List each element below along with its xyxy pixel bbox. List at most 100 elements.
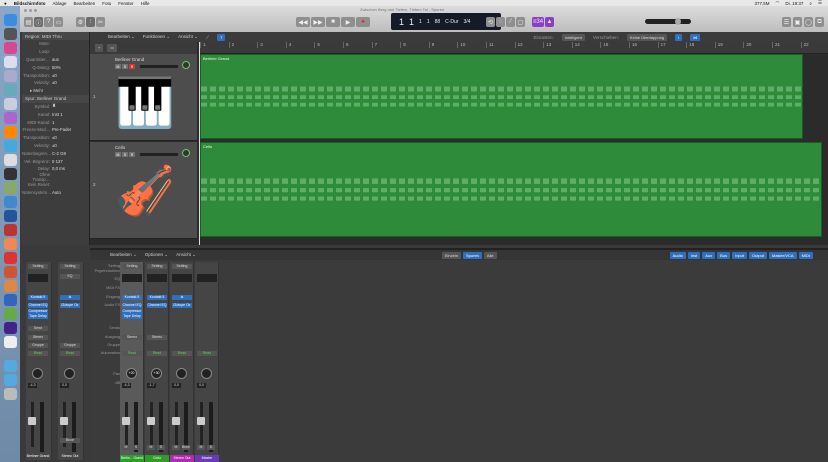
folder-icon[interactable]: [3, 360, 17, 372]
inspector-row[interactable]: Mute:: [22, 40, 89, 48]
row-value[interactable]: ±0: [52, 73, 57, 78]
app-icon[interactable]: [3, 224, 17, 236]
automation-mode[interactable]: Read: [60, 351, 80, 356]
volume-slider[interactable]: [140, 153, 178, 156]
inspector-row[interactable]: Freeze-Mod… Pre-Fader: [22, 126, 89, 134]
app-icon[interactable]: [3, 168, 17, 180]
app-icon[interactable]: [3, 182, 17, 194]
fader-cap[interactable]: [60, 417, 68, 425]
menu-fenster[interactable]: Fenster: [118, 1, 133, 6]
group-slot[interactable]: Gruppe: [28, 343, 48, 348]
menu-hilfe[interactable]: Hilfe: [141, 1, 150, 6]
toolbar-button[interactable]: ▭: [54, 17, 63, 27]
inspector-row[interactable]: Notenbegren… C-2 G8: [22, 149, 89, 157]
mute-button[interactable]: M: [147, 445, 155, 450]
input-slot[interactable]: Kontakt 5: [147, 295, 167, 300]
duplicate-track-button[interactable]: ▭: [107, 44, 118, 52]
audio-fx-slot[interactable]: Channel EQ: [28, 303, 48, 308]
audio-fx-slot[interactable]: iZotope Oz: [60, 303, 80, 308]
play-button[interactable]: ▶: [341, 17, 355, 27]
row-value[interactable]: ±0: [52, 143, 57, 148]
lcd-display[interactable]: 1 1 1 1 88 C-Dur 3/4: [391, 13, 501, 30]
inspector-row[interactable]: Transposition: ±0: [22, 71, 89, 79]
volume-fader[interactable]: [28, 402, 36, 447]
menu-foto[interactable]: Foto: [102, 1, 111, 6]
clock[interactable]: Di. 19:37: [785, 1, 803, 6]
trash-icon[interactable]: [3, 388, 17, 400]
help-button[interactable]: ?: [44, 17, 53, 27]
input-slot[interactable]: ⊚: [172, 295, 192, 300]
audio-fx-slot[interactable]: Compressor: [122, 308, 142, 314]
inspector-row[interactable]: Transposition: ±0: [22, 134, 89, 142]
channel-name[interactable]: Berlin…Grand: [120, 455, 144, 462]
app-icon[interactable]: [3, 98, 17, 110]
notepad-button[interactable]: ▣: [793, 17, 802, 27]
setting-button[interactable]: Setting: [122, 264, 142, 269]
row-value[interactable]: ±0: [52, 80, 57, 85]
automation-mode[interactable]: Read: [28, 351, 48, 356]
row-value[interactable]: 0 127: [52, 159, 63, 164]
master-volume-slider[interactable]: [645, 18, 691, 25]
library-button[interactable]: ▤: [24, 17, 33, 27]
track-name[interactable]: Berliner Grand: [115, 57, 144, 62]
add-track-button[interactable]: +: [95, 44, 104, 52]
filter-midi[interactable]: MIDI: [798, 251, 814, 259]
edit-menu[interactable]: Bearbeiten ⌄: [108, 34, 135, 40]
inspector-row[interactable]: Vel.-Begrenz: 0 127: [22, 157, 89, 165]
setting-button[interactable]: Setting: [28, 264, 48, 269]
inspector-row[interactable]: Velocity: ±0: [22, 79, 89, 87]
eq-display[interactable]: [197, 274, 217, 282]
more-toggle[interactable]: ▸ Mehr: [22, 87, 89, 95]
setting-button[interactable]: Setting: [147, 264, 167, 269]
functions-menu[interactable]: Funktionen ⌄: [143, 34, 170, 40]
app-icon[interactable]: [3, 84, 17, 96]
mixer-options-menu[interactable]: Optionen ⌄: [145, 252, 168, 258]
inspector-row[interactable]: Ohne Transp…: [22, 172, 89, 182]
row-value[interactable]: Auto: [52, 190, 61, 195]
eq-slot[interactable]: EQ: [60, 274, 80, 279]
pan-knob[interactable]: [182, 149, 190, 157]
fader-cap[interactable]: [28, 417, 36, 425]
apple-menu[interactable]: ●: [4, 1, 7, 6]
mute-button[interactable]: M: [115, 64, 121, 69]
pan-knob[interactable]: +20: [126, 368, 137, 379]
inspector-row[interactable]: Q-Swing: 50%: [22, 63, 89, 71]
vlc-icon[interactable]: [3, 126, 17, 138]
eq-display[interactable]: [28, 274, 48, 282]
row-value[interactable]: 0,0 ms: [52, 166, 65, 171]
app-icon[interactable]: [3, 308, 17, 320]
midi-region[interactable]: Cello: [200, 142, 822, 237]
track-header[interactable]: Spur: Berliner Grand: [22, 94, 89, 103]
automation-icon[interactable]: ⟋: [206, 35, 209, 40]
volume-fader[interactable]: [122, 402, 130, 447]
app-icon[interactable]: [3, 322, 17, 334]
channel-name[interactable]: Master: [195, 455, 219, 462]
mixer-mode-einzeln[interactable]: Einzeln: [441, 251, 461, 259]
menu-bearbeiten[interactable]: Bearbeiten: [74, 1, 96, 6]
menu-ablage[interactable]: Ablage: [52, 1, 66, 6]
browser-button[interactable]: ⧉: [815, 17, 824, 27]
row-value[interactable]: ±0: [52, 135, 57, 140]
app-icon[interactable]: [3, 112, 17, 124]
audio-fx-slot[interactable]: Compressor: [28, 308, 48, 314]
channel-name[interactable]: Stereo Out: [170, 455, 194, 462]
app-icon[interactable]: [3, 42, 17, 54]
mixer-edit-menu[interactable]: Bearbeiten ⌄: [110, 252, 137, 258]
audio-fx-slot[interactable]: Channel EQ: [122, 303, 142, 308]
pan-knob[interactable]: [64, 368, 75, 379]
mute-button[interactable]: M: [122, 445, 130, 450]
inspector-row[interactable]: Kanal: Inst 1: [22, 110, 89, 118]
filter-bus[interactable]: Bus: [717, 251, 731, 259]
filter-master-vca[interactable]: Master/VCA: [769, 251, 797, 259]
input-slot[interactable]: ⊚: [60, 295, 80, 300]
folder-icon[interactable]: [3, 374, 17, 386]
pan-knob[interactable]: +30: [151, 368, 162, 379]
audio-fx-slot[interactable]: Tape Delay: [122, 314, 142, 319]
row-value[interactable]: ♜: [52, 103, 56, 109]
row-value[interactable]: 1: [52, 120, 54, 125]
pan-knob[interactable]: [201, 368, 212, 379]
ruler[interactable]: 1234567891011121314151617181920212223: [200, 42, 828, 54]
app-icon[interactable]: [3, 266, 17, 278]
automation-mode[interactable]: Read: [197, 351, 217, 356]
solo-button[interactable]: S: [157, 445, 165, 450]
